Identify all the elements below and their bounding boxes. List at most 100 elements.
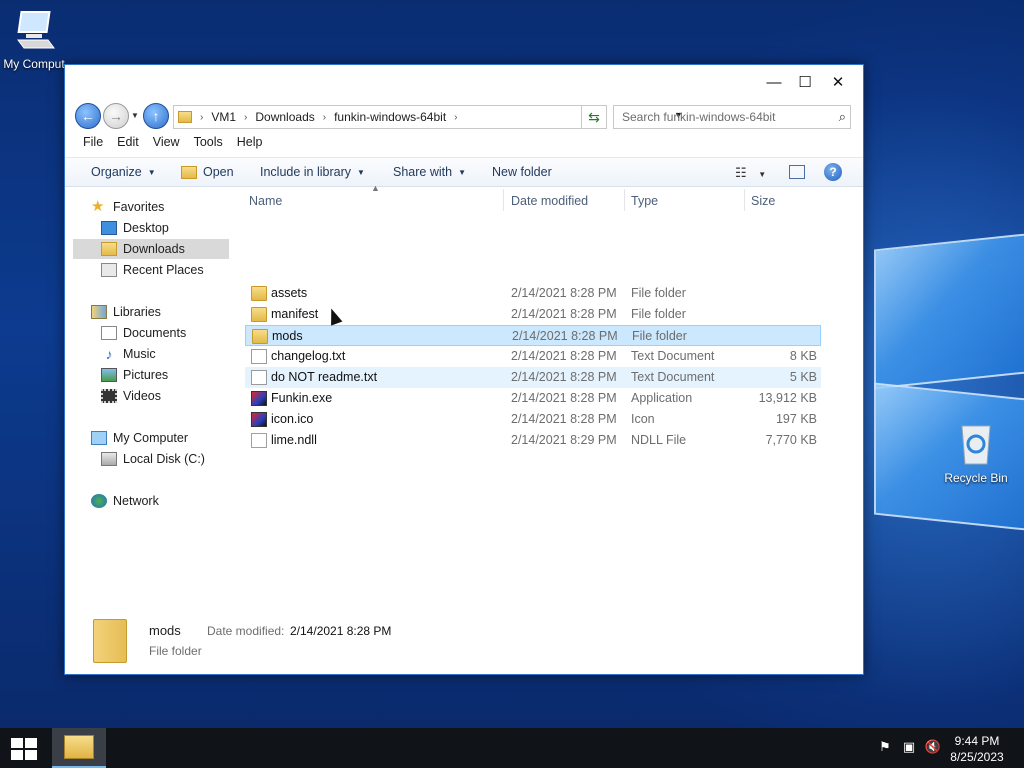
desktop-icon-label: My Comput xyxy=(3,57,65,71)
action-center-flag-icon[interactable]: ⚑ xyxy=(876,739,894,757)
drive-icon xyxy=(101,452,117,466)
table-row[interactable]: icon.ico 2/14/2021 8:28 PM Icon 197 KB xyxy=(245,409,821,430)
include-in-library-button[interactable]: Include in library ▼ xyxy=(260,165,365,179)
file-size: 7,770 KB xyxy=(765,433,817,447)
column-divider[interactable] xyxy=(744,189,745,211)
search-icon[interactable]: ⌕ xyxy=(839,109,846,125)
nav-item-local-disk[interactable]: Local Disk (C:) xyxy=(101,449,205,469)
nav-item-downloads[interactable]: Downloads xyxy=(73,239,229,259)
close-button[interactable]: ✕ xyxy=(821,69,855,95)
column-label: Size xyxy=(751,194,776,208)
help-icon[interactable]: ? xyxy=(824,163,842,181)
chevron-down-icon: ▼ xyxy=(147,167,156,177)
minimize-button[interactable]: — xyxy=(757,69,791,95)
start-button[interactable] xyxy=(10,737,38,761)
taskbar-file-explorer[interactable] xyxy=(52,728,106,768)
menu-help[interactable]: Help xyxy=(237,135,263,157)
nav-item-videos[interactable]: Videos xyxy=(101,386,161,406)
folder-icon xyxy=(251,307,267,322)
table-row[interactable]: Funkin.exe 2/14/2021 8:28 PM Application… xyxy=(245,388,821,409)
column-header-name[interactable]: Name xyxy=(249,189,503,213)
file-date: 2/14/2021 8:28 PM xyxy=(511,307,617,321)
details-date-value: 2/14/2021 8:28 PM xyxy=(290,624,392,638)
nav-item-network[interactable]: Network xyxy=(91,491,159,511)
wallpaper-logo-pane xyxy=(874,230,1024,390)
desktop-icon-my-computer[interactable]: My Comput xyxy=(0,8,74,71)
nav-item-documents[interactable]: Documents xyxy=(101,323,186,343)
up-button[interactable]: ↑ xyxy=(143,103,169,129)
chevron-right-icon: › xyxy=(200,111,204,123)
organize-button[interactable]: Organize ▼ xyxy=(91,165,156,179)
nav-item-pictures[interactable]: Pictures xyxy=(101,365,168,385)
file-size: 8 KB xyxy=(789,349,817,363)
chevron-down-icon: ▼ xyxy=(758,170,767,179)
network-icon xyxy=(91,494,107,508)
menu-tools[interactable]: Tools xyxy=(194,135,223,157)
details-date-label: Date modified: xyxy=(207,624,285,638)
recent-locations-dropdown[interactable]: ▼ xyxy=(131,111,139,120)
computer-icon xyxy=(17,11,55,49)
table-row[interactable]: assets 2/14/2021 8:28 PM File folder xyxy=(245,283,821,304)
column-divider[interactable] xyxy=(503,189,504,211)
search-input[interactable]: Search funkin-windows-64bit ⌕ xyxy=(613,105,851,129)
maximize-button[interactable]: ☐ xyxy=(788,69,822,95)
refresh-button[interactable]: ⇆ xyxy=(581,105,607,129)
file-type: File folder xyxy=(632,329,687,343)
menu-edit[interactable]: Edit xyxy=(117,135,139,157)
breadcrumb-vm1[interactable]: VM1 xyxy=(211,110,236,124)
chevron-down-icon: ▼ xyxy=(357,167,365,177)
file-type: Text Document xyxy=(631,349,715,363)
nav-label: Recent Places xyxy=(123,263,204,277)
app-icon xyxy=(251,391,267,406)
nav-item-music[interactable]: ♪ Music xyxy=(101,344,156,364)
table-row-selected[interactable]: mods 2/14/2021 8:28 PM File folder xyxy=(245,325,821,346)
file-type: Application xyxy=(631,391,693,405)
column-header-date[interactable]: Date modified xyxy=(511,189,623,213)
column-header-type[interactable]: Type xyxy=(631,189,741,213)
column-label: Date modified xyxy=(511,194,589,208)
organize-label: Organize xyxy=(91,165,142,179)
nav-item-recent-places[interactable]: Recent Places xyxy=(101,260,204,280)
network-tray-icon[interactable]: ▣ xyxy=(900,739,918,757)
file-date: 2/14/2021 8:29 PM xyxy=(511,433,617,447)
preview-pane-icon[interactable] xyxy=(789,165,805,179)
new-folder-button[interactable]: New folder xyxy=(492,165,552,179)
open-button[interactable]: Open xyxy=(181,165,234,179)
open-icon xyxy=(181,165,197,179)
new-folder-label: New folder xyxy=(492,165,552,179)
change-view-button[interactable]: ☷ ▼ xyxy=(735,165,766,181)
table-row-hover[interactable]: do NOT readme.txt 2/14/2021 8:28 PM Text… xyxy=(245,367,821,388)
file-type: NDLL File xyxy=(631,433,687,447)
table-row[interactable]: changelog.txt 2/14/2021 8:28 PM Text Doc… xyxy=(245,346,821,367)
nav-item-libraries[interactable]: Libraries xyxy=(91,302,161,322)
system-clock[interactable]: 9:44 PM 8/25/2023 xyxy=(946,733,1008,765)
column-divider[interactable] xyxy=(624,189,625,211)
back-button[interactable]: ← xyxy=(75,103,101,129)
recycle-bin-icon xyxy=(961,425,991,465)
address-bar[interactable]: › VM1 › Downloads › funkin-windows-64bit… xyxy=(173,105,683,129)
generic-file-icon xyxy=(251,433,267,448)
menu-file[interactable]: File xyxy=(83,135,103,157)
nav-item-desktop[interactable]: Desktop xyxy=(101,218,169,238)
breadcrumb-downloads[interactable]: Downloads xyxy=(255,110,314,124)
share-with-button[interactable]: Share with ▼ xyxy=(393,165,466,179)
forward-button[interactable]: → xyxy=(103,103,129,129)
nav-item-favorites[interactable]: ★ Favorites xyxy=(91,197,164,217)
nav-item-my-computer[interactable]: My Computer xyxy=(91,428,188,448)
chevron-right-icon: › xyxy=(454,111,458,123)
file-list: ▲ Name Date modified Type Size assets 2/… xyxy=(245,183,821,609)
nav-label: Favorites xyxy=(113,200,165,214)
file-size: 197 KB xyxy=(775,412,817,426)
desktop-icon-recycle-bin[interactable]: Recycle Bin xyxy=(936,422,1016,485)
column-header-size[interactable]: Size xyxy=(751,189,821,213)
nav-label: Pictures xyxy=(123,368,169,382)
table-row[interactable]: lime.ndll 2/14/2021 8:29 PM NDLL File 7,… xyxy=(245,430,821,451)
nav-label: Documents xyxy=(123,326,187,340)
view-list-icon: ☷ xyxy=(735,165,747,180)
documents-icon xyxy=(101,326,117,340)
menu-view[interactable]: View xyxy=(153,135,180,157)
volume-muted-icon[interactable]: 🔇 xyxy=(924,739,942,757)
title-bar[interactable]: — ☐ ✕ xyxy=(65,65,863,99)
details-pane: mods Date modified: 2/14/2021 8:28 PM Fi… xyxy=(65,609,863,674)
breadcrumb-funkin[interactable]: funkin-windows-64bit xyxy=(334,110,446,124)
